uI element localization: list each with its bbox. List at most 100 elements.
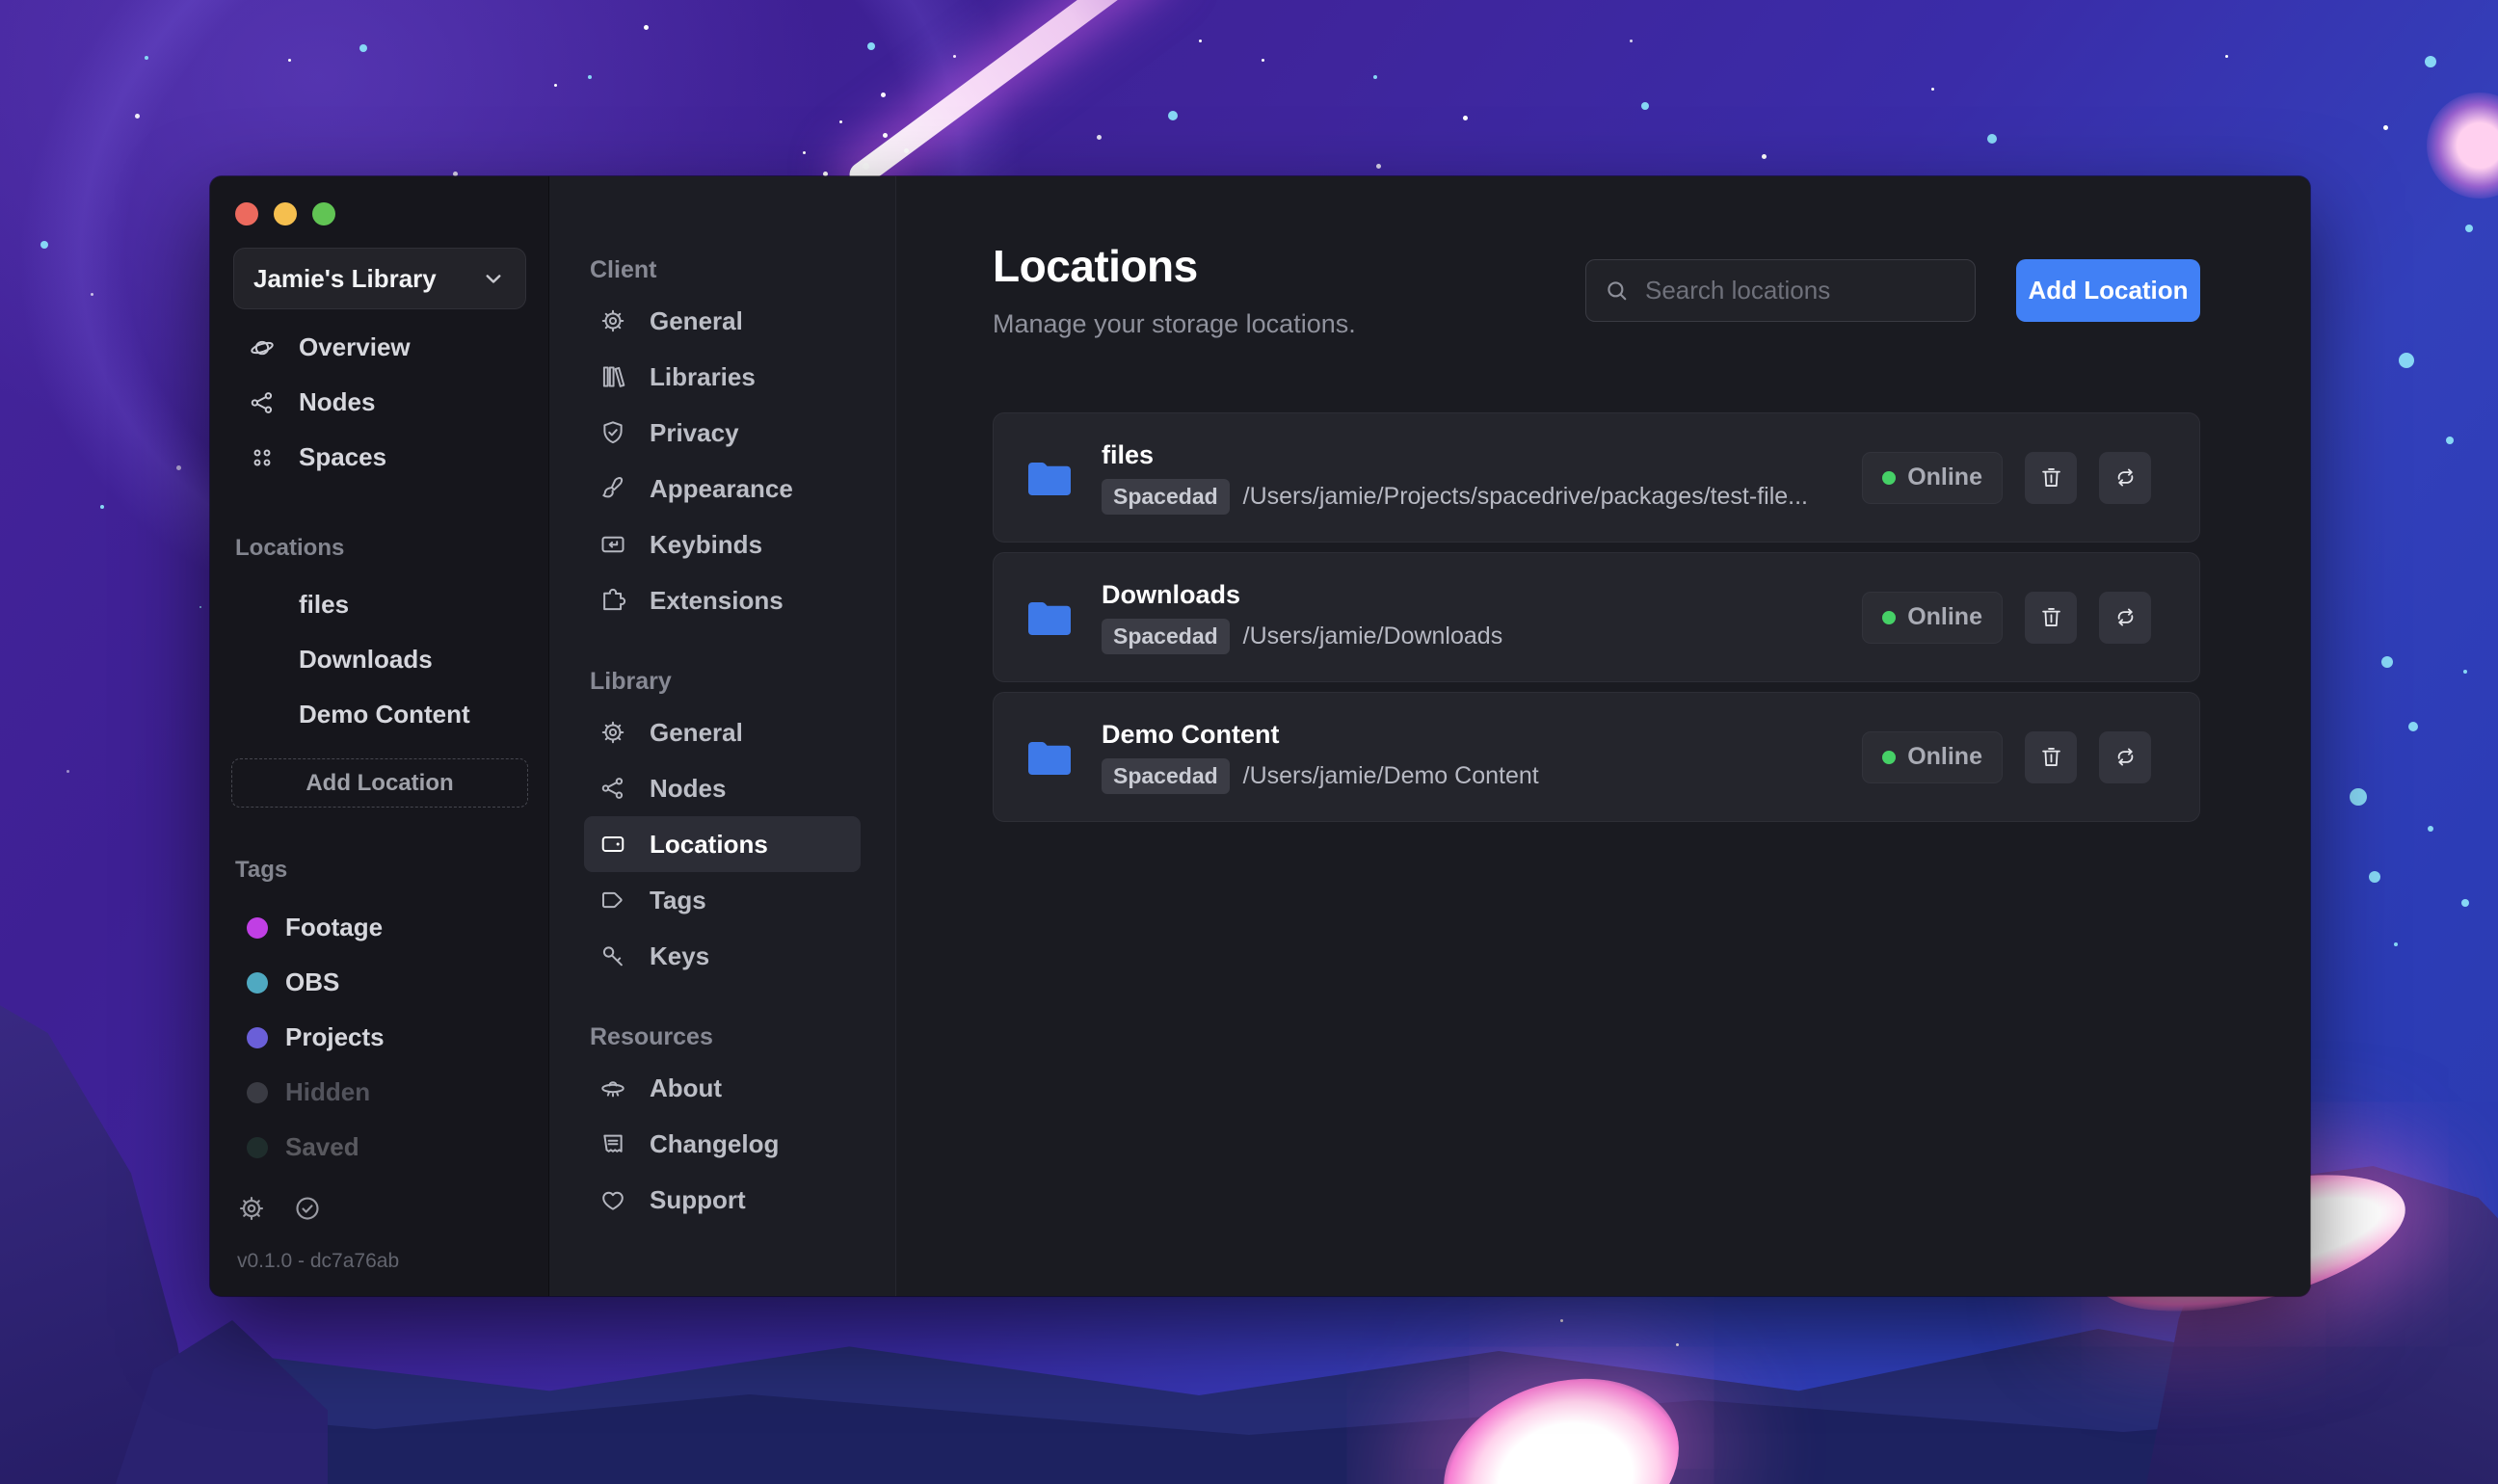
- rescan-location-button[interactable]: [2099, 730, 2151, 783]
- tag-item-hidden[interactable]: Hidden: [231, 1065, 527, 1120]
- location-info: files Spacedad /Users/jamie/Projects/spa…: [1102, 440, 1808, 515]
- heart-icon: [599, 1186, 626, 1213]
- delete-location-button[interactable]: [2025, 591, 2077, 644]
- gear-icon: [599, 719, 626, 746]
- settings-item-library-general[interactable]: General: [584, 704, 861, 760]
- puzzle-icon: [599, 587, 626, 614]
- tag-item-obs[interactable]: OBS: [231, 955, 527, 1010]
- location-label: Demo Content: [299, 700, 470, 729]
- tag-item-footage[interactable]: Footage: [231, 900, 527, 955]
- settings-item-tags[interactable]: Tags: [584, 872, 861, 928]
- settings-gear-button[interactable]: [237, 1194, 266, 1226]
- zoom-button[interactable]: [312, 202, 335, 225]
- trash-icon: [2038, 604, 2064, 630]
- sidebar-footer: [231, 1194, 527, 1226]
- gear-icon: [599, 307, 626, 334]
- keyboard-return-icon: [599, 531, 626, 558]
- dots-grid-icon: [249, 444, 276, 471]
- search-input[interactable]: [1645, 276, 1968, 305]
- location-meta: Spacedad /Users/jamie/Demo Content: [1102, 758, 1539, 794]
- location-info: Downloads Spacedad /Users/jamie/Download…: [1102, 580, 1502, 654]
- folder-icon: [249, 701, 278, 729]
- node-badge: Spacedad: [1102, 479, 1230, 515]
- settings-section-resources: Resources: [590, 1023, 713, 1050]
- sidebar-add-location-button[interactable]: Add Location: [231, 758, 528, 808]
- online-dot: [1882, 610, 1897, 624]
- sidebar-item-nodes[interactable]: Nodes: [231, 375, 527, 430]
- settings-item-changelog[interactable]: Changelog: [584, 1116, 861, 1172]
- edge-glow: [2427, 93, 2498, 199]
- comet-sparks: [848, 145, 853, 149]
- settings-item-label: Nodes: [650, 773, 727, 803]
- status-label: Online: [1907, 743, 1982, 770]
- settings-item-appearance[interactable]: Appearance: [584, 461, 861, 517]
- tag-label: OBS: [285, 967, 340, 996]
- paintbrush-icon: [599, 475, 626, 502]
- share-network-icon: [249, 389, 276, 416]
- settings-item-libraries[interactable]: Libraries: [584, 349, 861, 405]
- tag-item-projects[interactable]: Projects: [231, 1010, 527, 1065]
- rescan-location-button[interactable]: [2099, 591, 2151, 644]
- settings-item-locations-active[interactable]: Locations: [584, 816, 861, 872]
- add-location-button[interactable]: Add Location: [2016, 259, 2200, 322]
- folder-icon: [1026, 598, 1073, 637]
- location-row-files[interactable]: files Spacedad /Users/jamie/Projects/spa…: [993, 412, 2200, 543]
- minimize-button[interactable]: [274, 202, 297, 225]
- page-title: Locations: [993, 241, 1198, 291]
- location-actions: Online: [1862, 451, 2151, 504]
- status-label: Online: [1907, 603, 1982, 630]
- delete-location-button[interactable]: [2025, 451, 2077, 504]
- key-icon: [599, 942, 626, 969]
- status-label: Online: [1907, 464, 1982, 490]
- tag-label: Hidden: [285, 1077, 371, 1106]
- shield-check-icon: [599, 419, 626, 446]
- location-actions: Online: [1862, 730, 2151, 783]
- settings-nav: Client General Libraries Privacy Appeara…: [549, 176, 896, 1296]
- rescan-location-button[interactable]: [2099, 451, 2151, 504]
- settings-item-label: General: [650, 717, 743, 747]
- location-row-demo-content[interactable]: Demo Content Spacedad /Users/jamie/Demo …: [993, 692, 2200, 822]
- page-header-text: Locations Manage your storage locations.: [993, 238, 1356, 339]
- sidebar-item-overview[interactable]: Overview: [231, 320, 527, 375]
- settings-item-library-nodes[interactable]: Nodes: [584, 760, 861, 816]
- trash-icon: [2038, 464, 2064, 490]
- tag-item-saved[interactable]: Saved: [231, 1120, 527, 1175]
- settings-section-library: Library: [590, 668, 672, 695]
- settings-item-label: Keys: [650, 941, 710, 970]
- delete-location-button[interactable]: [2025, 730, 2077, 783]
- location-meta: Spacedad /Users/jamie/Projects/spacedriv…: [1102, 479, 1808, 515]
- settings-item-label: About: [650, 1073, 723, 1102]
- sidebar-location-demo-content[interactable]: Demo Content: [231, 687, 527, 742]
- sidebar-location-downloads[interactable]: Downloads: [231, 632, 527, 687]
- status-check-button[interactable]: [293, 1194, 322, 1226]
- settings-item-support[interactable]: Support: [584, 1172, 861, 1228]
- folder-icon: [249, 646, 278, 675]
- settings-item-about[interactable]: About: [584, 1060, 861, 1116]
- resources-items: About Changelog Support: [584, 1060, 861, 1228]
- sidebar-item-spaces[interactable]: Spaces: [231, 430, 527, 485]
- settings-item-client-general[interactable]: General: [584, 293, 861, 349]
- settings-item-extensions[interactable]: Extensions: [584, 572, 861, 628]
- settings-item-privacy[interactable]: Privacy: [584, 405, 861, 461]
- locations-list: files Spacedad /Users/jamie/Projects/spa…: [993, 412, 2200, 822]
- close-button[interactable]: [235, 202, 258, 225]
- planet-icon: [249, 334, 276, 361]
- folder-icon: [1026, 459, 1073, 497]
- sidebar-location-files[interactable]: files: [231, 577, 527, 632]
- settings-item-keys[interactable]: Keys: [584, 928, 861, 984]
- library-selector[interactable]: Jamie's Library: [233, 248, 526, 309]
- sidebar-tags-list: Footage OBS Projects Hidden Saved: [231, 900, 527, 1175]
- chevron-down-icon: [481, 266, 506, 291]
- app-version: v0.1.0 - dc7a76ab: [237, 1250, 400, 1272]
- node-badge: Spacedad: [1102, 758, 1230, 794]
- tag-color-dot: [247, 1136, 268, 1158]
- search-icon: [1604, 278, 1630, 304]
- tag-color-dot: [247, 1081, 268, 1103]
- sidebar-item-label: Nodes: [299, 387, 376, 416]
- location-row-downloads[interactable]: Downloads Spacedad /Users/jamie/Download…: [993, 552, 2200, 682]
- tag-color-dot: [247, 971, 268, 994]
- folder-icon: [249, 591, 278, 620]
- location-actions: Online: [1862, 591, 2151, 644]
- settings-item-label: Changelog: [650, 1128, 780, 1158]
- settings-item-keybinds[interactable]: Keybinds: [584, 517, 861, 572]
